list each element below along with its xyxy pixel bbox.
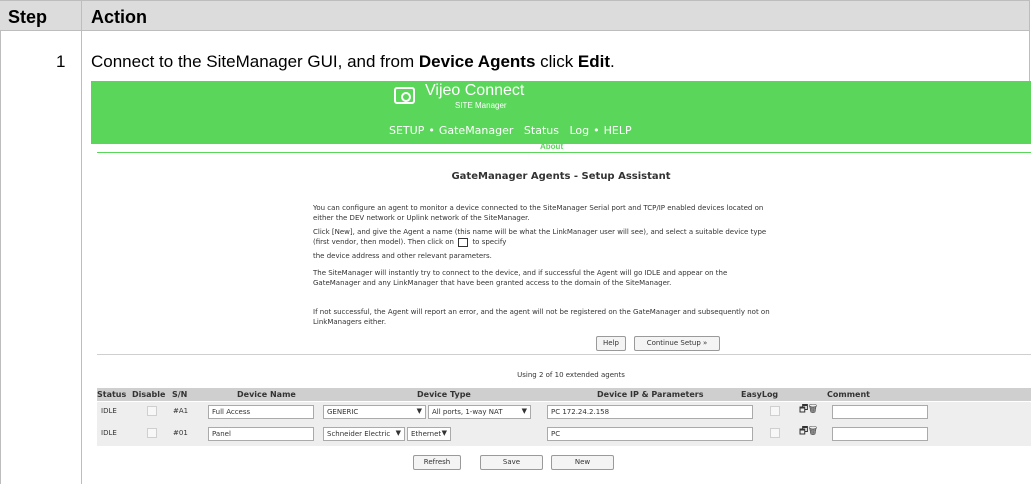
comment-input[interactable]	[832, 405, 928, 419]
save-button[interactable]: Save	[480, 455, 543, 470]
address-paragraph: the device address and other relevant pa…	[313, 252, 492, 260]
table-header: Step Action	[0, 0, 1030, 31]
step-column-header: Step	[0, 1, 82, 31]
sitemanager-screenshot: Vijeo Connect SITE Manager SETUP • GateMan…	[91, 81, 1031, 484]
easylog-checkbox[interactable]	[770, 428, 780, 438]
device-name-input[interactable]: Panel	[208, 427, 314, 441]
device-ip-input[interactable]: PC	[547, 427, 753, 441]
row-action-icons[interactable]: 🗗🗑	[799, 424, 817, 441]
col-device-ip: Device IP & Parameters	[597, 390, 704, 399]
edit-term: Edit	[577, 52, 611, 71]
vijeo-logo-icon	[394, 87, 415, 104]
table-divider	[81, 31, 82, 484]
main-nav: SETUP • GateManager Status Log • HELP	[389, 124, 632, 137]
procedure-table: Step Action 1 Connect to the SiteManager…	[0, 0, 1031, 484]
error-paragraph: If not successful, the Agent will report…	[313, 308, 770, 326]
col-easylog: EasyLog	[741, 390, 779, 399]
connect-paragraph: The SiteManager will instantly try to co…	[313, 269, 728, 287]
nav-setup[interactable]: SETUP	[389, 124, 424, 137]
new-agent-paragraph: Click [New], and give the Agent a name (…	[313, 228, 767, 247]
agent-usage-text: Using 2 of 10 extended agents	[517, 371, 625, 379]
edit-params-icon	[458, 237, 469, 247]
model-select[interactable]: All ports, 1-way NAT	[428, 405, 531, 419]
row-status: IDLE	[101, 407, 117, 415]
continue-setup-button[interactable]: Continue Setup »	[634, 336, 720, 351]
intro-paragraph: You can configure an agent to monitor a …	[313, 204, 764, 222]
nav-status[interactable]: Status	[524, 124, 559, 137]
divider	[97, 152, 1031, 153]
row-sn: #A1	[173, 407, 189, 415]
easylog-checkbox[interactable]	[770, 406, 780, 416]
vendor-select[interactable]: GENERIC	[323, 405, 426, 419]
col-sn: S/N	[172, 390, 188, 399]
col-disable: Disable	[132, 390, 166, 399]
row-sn: #01	[173, 429, 188, 437]
step-instruction: Connect to the SiteManager GUI, and from…	[91, 52, 615, 71]
section-divider	[97, 354, 1031, 355]
nav-about[interactable]: About	[540, 142, 563, 151]
table-border-left	[0, 31, 1, 484]
device-name-input[interactable]: Full Access	[208, 405, 314, 419]
step-number: 1	[56, 52, 66, 71]
refresh-button[interactable]: Refresh	[413, 455, 461, 470]
brand-subtitle: SITE Manager	[455, 101, 507, 110]
col-device-name: Device Name	[237, 390, 296, 399]
row-action-icons[interactable]: 🗗🗑	[799, 402, 817, 419]
app-banner: Vijeo Connect SITE Manager SETUP • GateMan…	[91, 81, 1031, 144]
device-agents-term: Device Agents	[418, 52, 536, 71]
model-select[interactable]: Ethernet	[407, 427, 451, 441]
brand-name: Vijeo Connect	[425, 82, 525, 99]
nav-gatemanager[interactable]: GateManager	[439, 124, 514, 137]
row-status: IDLE	[101, 429, 117, 437]
col-status: Status	[97, 390, 127, 399]
nav-help[interactable]: HELP	[604, 124, 632, 137]
vendor-select[interactable]: Schneider Electric	[323, 427, 405, 441]
comment-input[interactable]	[832, 427, 928, 441]
col-device-type: Device Type	[417, 390, 471, 399]
col-comment: Comment	[827, 390, 870, 399]
action-column-header: Action	[91, 7, 147, 27]
page-title: GateManager Agents - Setup Assistant	[451, 171, 671, 182]
device-ip-input[interactable]: PC 172.24.2.158	[547, 405, 753, 419]
help-button[interactable]: Help	[596, 336, 626, 351]
disable-checkbox[interactable]	[147, 406, 157, 416]
nav-log[interactable]: Log	[569, 124, 589, 137]
new-button[interactable]: New	[551, 455, 614, 470]
disable-checkbox[interactable]	[147, 428, 157, 438]
agents-table-header: Status Disable S/N Device Name Device Ty…	[97, 388, 1031, 401]
